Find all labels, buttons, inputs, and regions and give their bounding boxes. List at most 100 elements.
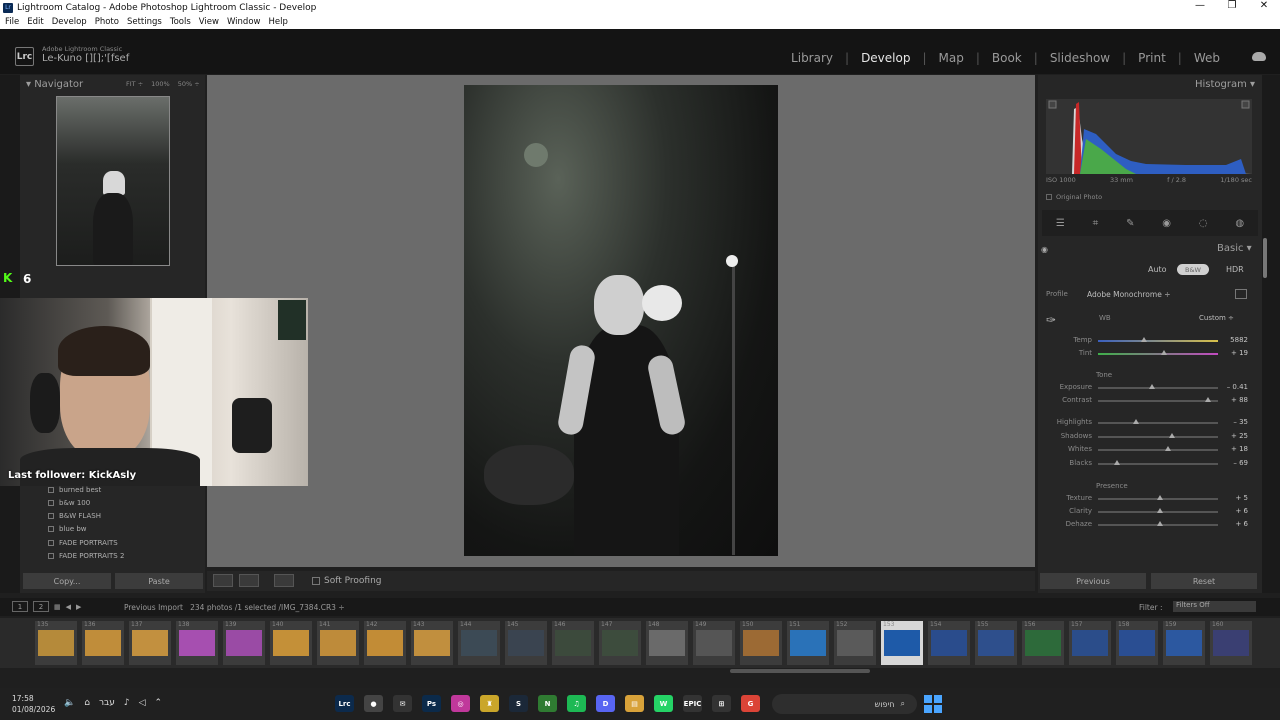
module-library[interactable]: Library (791, 51, 833, 65)
filmstrip-thumb[interactable]: 144 (458, 621, 500, 665)
filmstrip-thumb[interactable]: 138 (176, 621, 218, 665)
slider-value-contrast[interactable]: + 88 (1224, 396, 1248, 404)
filmstrip-thumb[interactable]: 140 (270, 621, 312, 665)
navigator-title[interactable]: ▾ Navigator (26, 79, 83, 90)
menu-settings[interactable]: Settings (127, 17, 162, 27)
slider-thumb[interactable] (1205, 397, 1212, 402)
filmstrip-thumb[interactable]: 150 (740, 621, 782, 665)
filmstrip-thumb[interactable]: 159 (1163, 621, 1205, 665)
soft-proofing-toggle[interactable]: Soft Proofing (312, 576, 382, 586)
filmstrip-thumb[interactable]: 137 (129, 621, 171, 665)
close-button[interactable]: ✕ (1248, 0, 1280, 11)
edit-sliders-icon[interactable]: ☰ (1056, 218, 1065, 229)
preset-item[interactable]: b&w 100 (48, 499, 90, 507)
filmstrip-thumb[interactable]: 147 (599, 621, 641, 665)
taskbar-app-icon[interactable]: ● (364, 695, 383, 712)
preset-amount-icon[interactable]: ◍ (1235, 218, 1244, 229)
filmstrip-thumb[interactable]: 141 (317, 621, 359, 665)
wb-eyedropper-icon[interactable]: ✑ (1046, 313, 1056, 327)
filmstrip-thumb[interactable]: 154 (928, 621, 970, 665)
taskbar-app-icon[interactable]: EPIC (683, 695, 702, 712)
slider-thumb[interactable] (1157, 521, 1164, 526)
mic-icon[interactable]: ♪ (124, 698, 130, 708)
slider-value-tint[interactable]: + 19 (1224, 349, 1248, 357)
taskbar-app-icon[interactable]: N (538, 695, 557, 712)
slider-thumb[interactable] (1149, 384, 1155, 389)
module-map[interactable]: Map (939, 51, 964, 65)
filmstrip-thumb[interactable]: 152 (834, 621, 876, 665)
network-icon[interactable]: ⌂ (84, 698, 90, 708)
hdr-button[interactable]: HDR (1226, 265, 1244, 274)
filmstrip-thumb[interactable]: 158 (1116, 621, 1158, 665)
menu-tools[interactable]: Tools (170, 17, 191, 27)
slider-value-blacks[interactable]: – 69 (1224, 459, 1248, 467)
grid-icon[interactable]: ▦ (54, 603, 61, 611)
forward-arrow-icon[interactable]: ▶ (76, 603, 81, 611)
taskbar-app-icon[interactable]: ♜ (480, 695, 499, 712)
filmstrip-thumb[interactable]: 148 (646, 621, 688, 665)
basic-panel-title[interactable]: Basic ▾ (1217, 243, 1252, 254)
speaker-icon[interactable]: ◁ (139, 698, 146, 708)
menu-photo[interactable]: Photo (95, 17, 119, 27)
slider-value-whites[interactable]: + 18 (1224, 445, 1248, 453)
clock[interactable]: 17:58 01/08/2026 (12, 693, 55, 715)
compare-view-button[interactable] (239, 574, 259, 587)
previous-button[interactable]: Previous (1040, 573, 1146, 589)
slider-value-texture[interactable]: + 5 (1224, 494, 1248, 502)
right-panel-scrollbar[interactable] (1263, 238, 1267, 278)
window-2-button[interactable]: 2 (33, 601, 49, 612)
auto-button[interactable]: Auto (1148, 265, 1167, 274)
slider-exposure[interactable] (1098, 387, 1218, 389)
menu-develop[interactable]: Develop (52, 17, 87, 27)
menu-window[interactable]: Window (227, 17, 261, 27)
language-indicator[interactable]: עבר (99, 698, 115, 708)
profile-browser-icon[interactable] (1235, 289, 1247, 299)
crop-icon[interactable]: ⌗ (1093, 218, 1099, 229)
filmstrip-info[interactable]: Previous Import 234 photos /1 selected /… (124, 603, 345, 612)
slider-thumb[interactable] (1140, 337, 1147, 342)
copy-button[interactable]: Copy... (23, 573, 111, 589)
masking-icon[interactable]: ◌ (1199, 218, 1208, 229)
slider-whites[interactable] (1098, 449, 1218, 451)
module-slideshow[interactable]: Slideshow (1050, 51, 1110, 65)
taskbar-app-icon[interactable]: W (654, 695, 673, 712)
filmstrip-thumb[interactable]: 157 (1069, 621, 1111, 665)
preset-item[interactable]: burned best (48, 486, 101, 494)
paste-button[interactable]: Paste (115, 573, 203, 589)
slider-thumb[interactable] (1161, 350, 1167, 355)
zoom-fit[interactable]: FIT ÷ (126, 80, 143, 88)
healing-icon[interactable]: ✎ (1126, 218, 1134, 229)
profile-select[interactable]: Adobe Monochrome ÷ (1087, 290, 1170, 299)
loupe-view-button[interactable] (213, 574, 233, 587)
filmstrip-thumb[interactable]: 146 (552, 621, 594, 665)
volume-icon[interactable]: 🔈 (64, 698, 75, 708)
slider-value-shadows[interactable]: + 25 (1224, 432, 1248, 440)
cloud-icon[interactable] (1252, 52, 1266, 61)
slider-temp[interactable] (1098, 340, 1218, 342)
taskbar-search[interactable]: חיפוש ⌕ (772, 694, 917, 714)
zoom-50[interactable]: 50% ÷ (178, 80, 200, 88)
slider-thumb[interactable] (1133, 419, 1140, 424)
reset-button[interactable]: Reset (1151, 573, 1257, 589)
module-book[interactable]: Book (992, 51, 1022, 65)
window-1-button[interactable]: 1 (12, 601, 28, 612)
slider-value-exposure[interactable]: – 0.41 (1224, 383, 1248, 391)
original-photo-toggle[interactable]: Original Photo (1046, 193, 1102, 201)
maximize-button[interactable]: ❐ (1216, 0, 1248, 11)
slider-thumb[interactable] (1114, 460, 1121, 465)
filmstrip-thumb[interactable]: 139 (223, 621, 265, 665)
taskbar-app-icon[interactable]: Ps (422, 695, 441, 712)
menu-view[interactable]: View (199, 17, 219, 27)
taskbar-app-icon[interactable]: ♫ (567, 695, 586, 712)
slider-value-dehaze[interactable]: + 6 (1224, 520, 1248, 528)
preset-item[interactable]: FADE PORTRAITS (48, 539, 118, 547)
taskbar-app-icon[interactable]: D (596, 695, 615, 712)
navigator-preview[interactable] (56, 96, 170, 266)
slider-thumb[interactable] (1157, 495, 1164, 500)
filmstrip-thumb[interactable]: 142 (364, 621, 406, 665)
start-button[interactable] (924, 695, 942, 713)
filmstrip-thumb[interactable]: 155 (975, 621, 1017, 665)
menu-file[interactable]: File (5, 17, 19, 27)
filmstrip-thumb[interactable]: 151 (787, 621, 829, 665)
back-arrow-icon[interactable]: ◀ (66, 603, 71, 611)
